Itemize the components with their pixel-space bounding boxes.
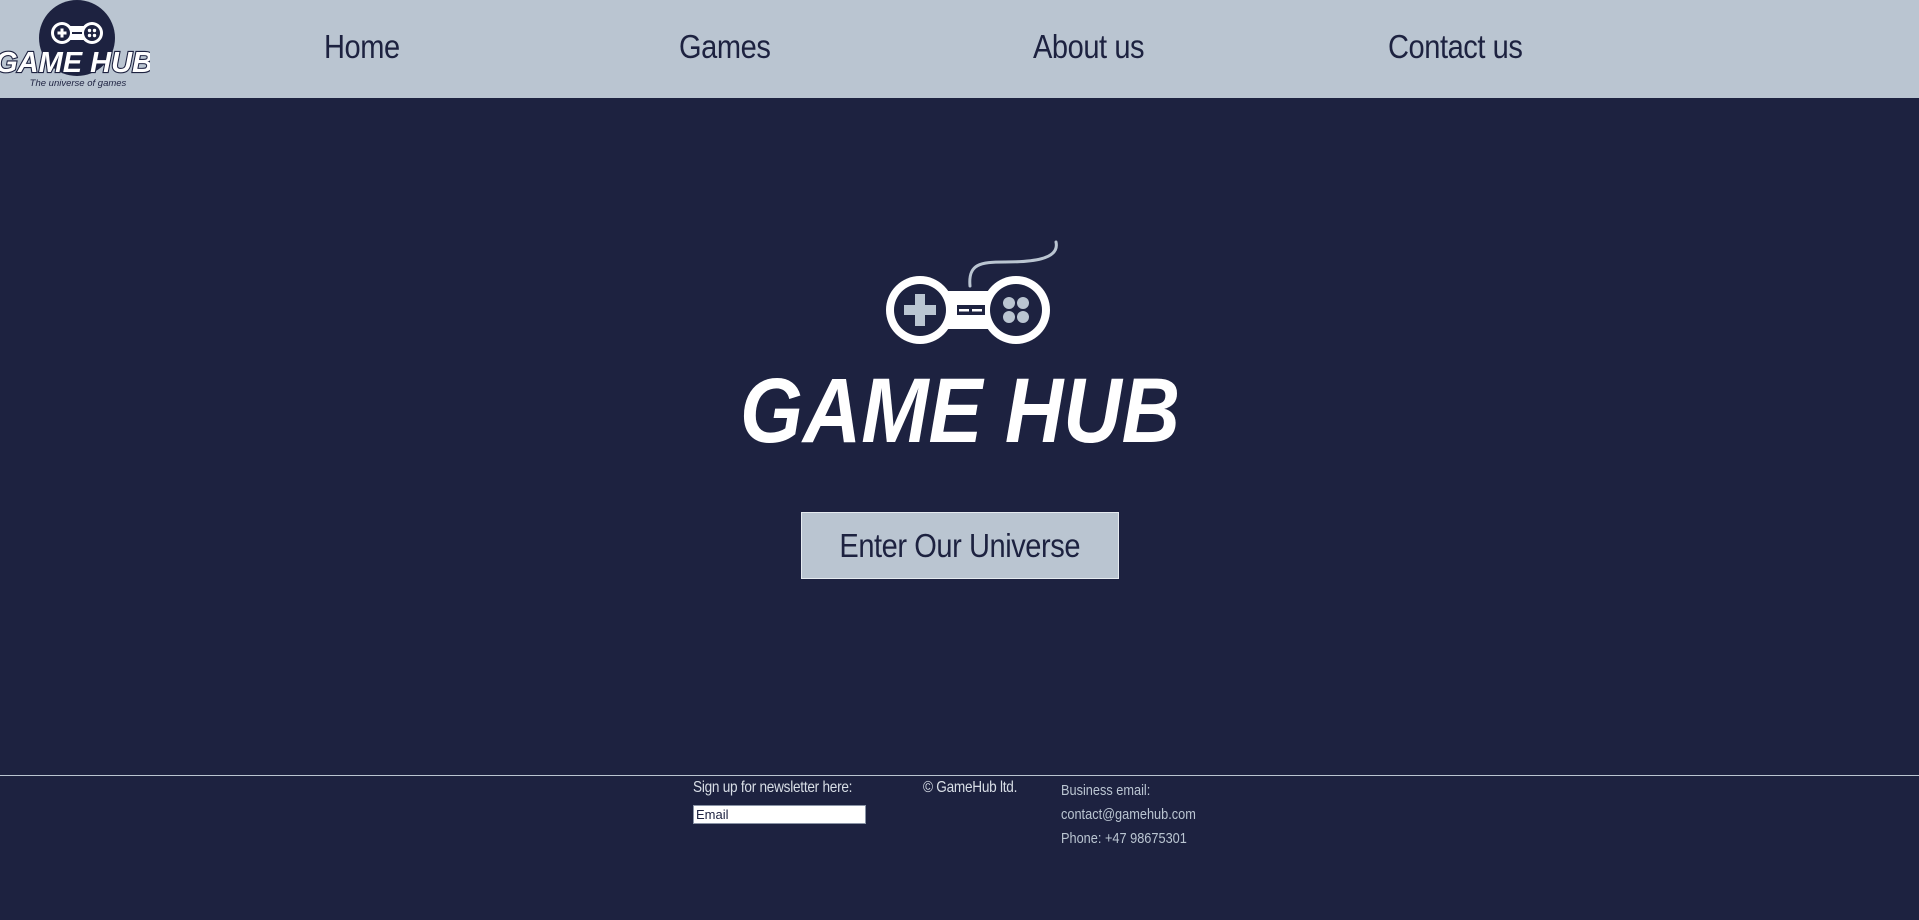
newsletter-email-input[interactable] xyxy=(693,805,866,824)
gamepad-icon xyxy=(886,240,1058,344)
site-header: GAME HUB The universe of games Home Game… xyxy=(0,0,1919,98)
enter-universe-button[interactable]: Enter Our Universe xyxy=(801,512,1119,579)
nav-contact-us[interactable]: Contact us xyxy=(1388,28,1523,66)
phone-number: Phone: +47 98675301 xyxy=(1061,830,1187,847)
hero-logo: GAME HUB xyxy=(740,240,1180,452)
enter-universe-label: Enter Our Universe xyxy=(839,526,1081,564)
contact-info: Business email: contact@gamehub.com Phon… xyxy=(1061,779,1196,851)
footer-divider xyxy=(0,775,1919,776)
nav-home[interactable]: Home xyxy=(324,28,400,66)
nav-games[interactable]: Games xyxy=(679,28,771,66)
hero-logo-title: GAME HUB xyxy=(740,360,1180,452)
copyright-text: © GameHub ltd. xyxy=(923,779,1018,796)
header-logo[interactable]: GAME HUB The universe of games xyxy=(0,0,150,92)
newsletter-label: Sign up for newsletter here: xyxy=(693,779,853,796)
nav-about-us[interactable]: About us xyxy=(1033,28,1145,66)
business-email-label: Business email: xyxy=(1061,782,1151,799)
business-email-link[interactable]: contact@gamehub.com xyxy=(1061,803,1196,827)
header-logo-tagline: The universe of games xyxy=(30,78,127,89)
header-logo-title: GAME HUB xyxy=(0,47,150,79)
